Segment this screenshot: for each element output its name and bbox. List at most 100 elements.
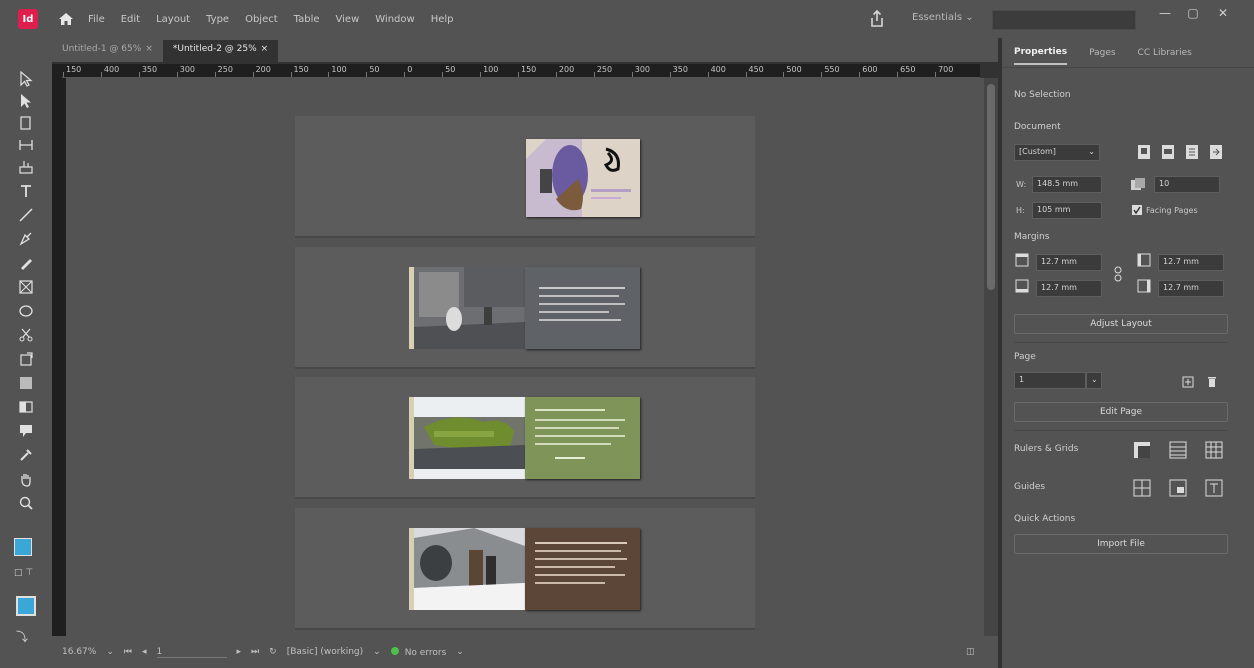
menu-item-file[interactable]: File	[88, 14, 105, 25]
zoom-dropdown-icon[interactable]: ⌄	[106, 647, 114, 657]
home-icon[interactable]	[56, 9, 76, 29]
menu-item-object[interactable]: Object	[245, 14, 278, 25]
chevron-down-icon[interactable]: ⌄	[456, 647, 464, 657]
rulers-icon[interactable]	[1132, 440, 1152, 460]
preview-mode-icon[interactable]: ⤵	[16, 628, 28, 645]
binding-right-icon[interactable]	[1206, 142, 1226, 162]
fill-swatch[interactable]	[14, 538, 32, 556]
menu-item-type[interactable]: Type	[206, 14, 229, 25]
menu-item-table[interactable]: Table	[294, 14, 320, 25]
content-collector-icon[interactable]	[12, 156, 40, 178]
pen-tool-icon[interactable]	[12, 228, 40, 250]
vertical-ruler[interactable]	[52, 78, 66, 636]
free-transform-tool-icon[interactable]	[12, 348, 40, 370]
document-tab[interactable]: *Untitled-2 @ 25% ×	[162, 40, 279, 62]
show-guides-icon[interactable]	[1132, 478, 1152, 498]
scissors-tool-icon[interactable]	[12, 324, 40, 346]
spread-1[interactable]	[295, 116, 755, 238]
close-tab-icon[interactable]: ×	[261, 44, 269, 54]
menu-item-layout[interactable]: Layout	[156, 14, 190, 25]
vertical-scrollbar[interactable]	[984, 78, 998, 636]
binding-left-icon[interactable]	[1182, 142, 1202, 162]
selection-tool-icon[interactable]	[12, 68, 40, 90]
margin-right-field[interactable]: 12.7 mm	[1158, 280, 1224, 297]
menu-item-view[interactable]: View	[336, 14, 360, 25]
note-tool-icon[interactable]	[12, 420, 40, 442]
zoom-level[interactable]: 16.67%	[62, 647, 96, 657]
gap-tool-icon[interactable]	[12, 134, 40, 156]
menu-item-help[interactable]: Help	[431, 14, 454, 25]
error-status[interactable]: No errors	[390, 646, 446, 658]
workspace-switcher[interactable]: Essentials ⌄	[912, 12, 974, 23]
restore-button[interactable]: ▢	[1180, 6, 1206, 26]
panel-tab-cc-libraries[interactable]: CC Libraries	[1138, 42, 1192, 64]
right-page[interactable]	[525, 267, 640, 349]
spread-2[interactable]	[295, 247, 755, 369]
panel-tab-pages[interactable]: Pages	[1089, 42, 1115, 64]
close-tab-icon[interactable]: ×	[145, 44, 153, 54]
ellipse-tool-icon[interactable]	[12, 300, 40, 322]
direct-selection-tool-icon[interactable]	[12, 90, 40, 112]
menu-item-edit[interactable]: Edit	[121, 14, 140, 25]
app-logo-icon[interactable]: Id	[18, 9, 38, 29]
height-field[interactable]: 105 mm	[1032, 202, 1102, 219]
share-icon[interactable]	[866, 8, 888, 30]
link-margins-icon[interactable]	[1108, 264, 1128, 284]
pages-count-field[interactable]: 10	[1154, 176, 1220, 193]
margin-left-field[interactable]: 12.7 mm	[1158, 254, 1224, 271]
search-input[interactable]	[992, 10, 1136, 30]
preset-select[interactable]: [Custom] ⌄	[1014, 144, 1100, 161]
next-page-icon[interactable]: ▸	[237, 647, 242, 657]
margin-top-field[interactable]: 12.7 mm	[1036, 254, 1102, 271]
lock-guides-icon[interactable]	[1168, 478, 1188, 498]
line-tool-icon[interactable]	[12, 204, 40, 226]
pencil-tool-icon[interactable]	[12, 252, 40, 274]
gradient-swatch-tool-icon[interactable]	[12, 372, 40, 394]
hand-tool-icon[interactable]	[12, 468, 40, 490]
page-select[interactable]: 1	[1014, 372, 1086, 389]
right-page[interactable]	[525, 397, 640, 479]
page-select-chevron-icon[interactable]: ⌄	[1086, 372, 1102, 389]
first-page-icon[interactable]: ⏮	[124, 647, 132, 657]
menu-item-window[interactable]: Window	[375, 14, 414, 25]
last-page-icon[interactable]: ⏭	[251, 647, 259, 657]
delete-page-icon[interactable]	[1202, 372, 1222, 392]
right-page[interactable]	[525, 528, 640, 610]
pasteboard[interactable]	[66, 78, 984, 648]
prev-page-icon[interactable]: ◂	[142, 647, 147, 657]
apply-color-icon[interactable]: □ ⊤	[14, 568, 33, 578]
add-page-icon[interactable]	[1178, 372, 1198, 392]
page-number[interactable]: 1	[156, 647, 227, 658]
spread-4[interactable]	[295, 508, 755, 630]
screen-mode-icon[interactable]	[16, 596, 36, 616]
scrollbar-thumb[interactable]	[987, 84, 995, 290]
smart-guides-icon[interactable]	[1204, 478, 1224, 498]
portrait-orientation-icon[interactable]	[1134, 142, 1154, 162]
zoom-tool-icon[interactable]	[12, 492, 40, 514]
gradient-feather-tool-icon[interactable]	[12, 396, 40, 418]
eyedropper-tool-icon[interactable]	[12, 444, 40, 466]
panel-tab-properties[interactable]: Properties	[1014, 41, 1068, 65]
margin-bottom-field[interactable]: 12.7 mm	[1036, 280, 1102, 297]
baseline-grid-icon[interactable]	[1168, 440, 1188, 460]
rectangle-frame-tool-icon[interactable]	[12, 276, 40, 298]
width-field[interactable]: 148.5 mm	[1032, 176, 1102, 193]
left-page[interactable]	[409, 267, 525, 349]
left-page[interactable]	[409, 397, 525, 479]
minimize-button[interactable]: —	[1152, 6, 1178, 26]
cover-page[interactable]	[526, 139, 640, 217]
spread-3[interactable]	[295, 377, 755, 499]
split-window-icon[interactable]: ◫	[966, 647, 975, 657]
page-tool-icon[interactable]	[12, 112, 40, 134]
import-file-button[interactable]: Import File	[1014, 534, 1228, 554]
preflight-icon[interactable]: ↻	[269, 647, 277, 657]
left-page[interactable]	[409, 528, 525, 610]
edit-page-button[interactable]: Edit Page	[1014, 402, 1228, 422]
close-button[interactable]: ✕	[1210, 6, 1236, 26]
document-grid-icon[interactable]	[1204, 440, 1224, 460]
chevron-down-icon[interactable]: ⌄	[373, 647, 381, 657]
landscape-orientation-icon[interactable]	[1158, 142, 1178, 162]
adjust-layout-button[interactable]: Adjust Layout	[1014, 314, 1228, 334]
type-tool-icon[interactable]	[12, 180, 40, 202]
facing-pages-checkbox[interactable]	[1132, 205, 1142, 215]
